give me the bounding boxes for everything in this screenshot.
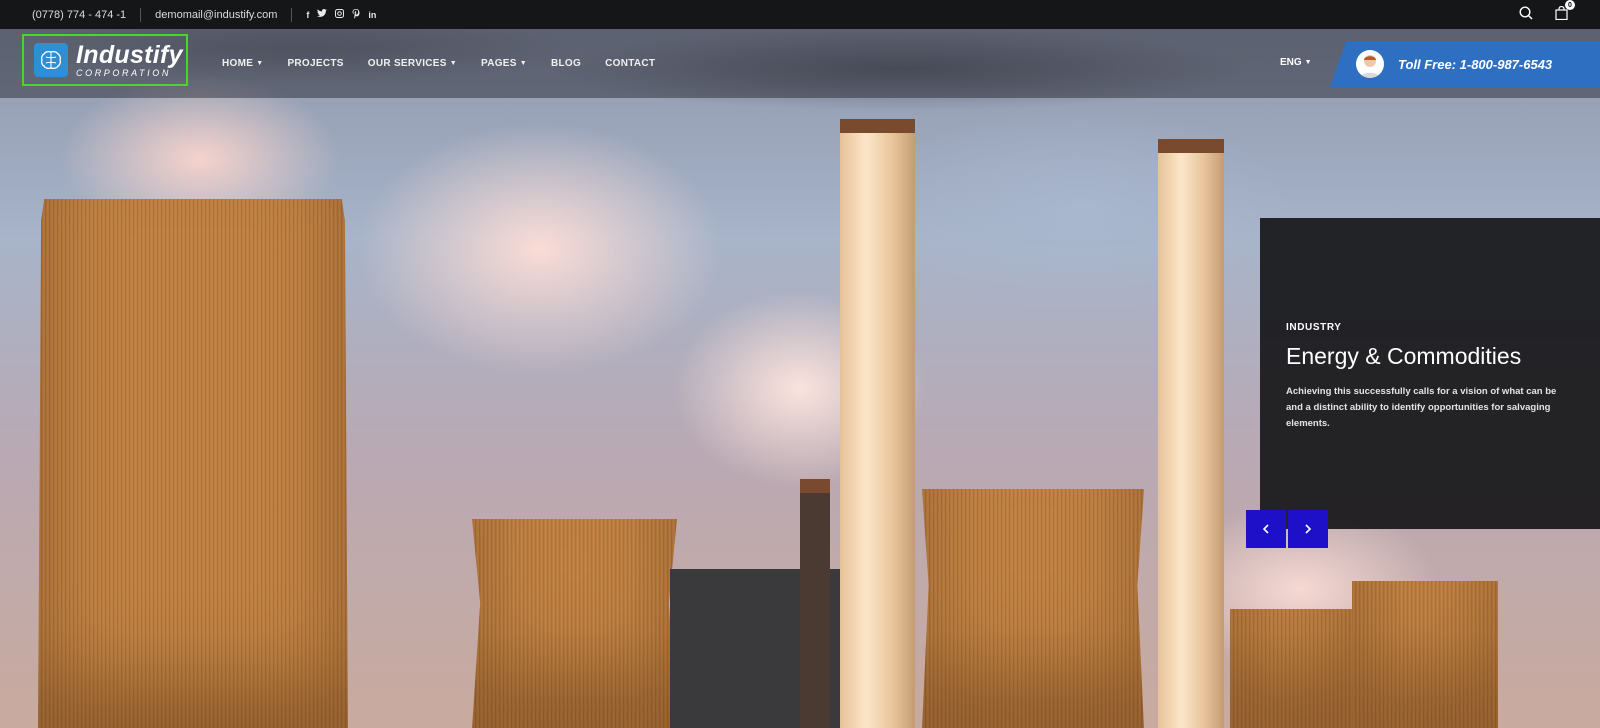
caret-down-icon: ▼ [1304, 59, 1312, 66]
nav-label: BLOG [551, 58, 582, 69]
slide-category: INDUSTRY [1286, 322, 1342, 333]
nav-item-pages[interactable]: PAGES ▼ [481, 58, 527, 69]
facebook-icon[interactable]: f [306, 10, 309, 20]
cooling-tower [1230, 609, 1355, 728]
nav-label: CONTACT [605, 58, 656, 69]
email-link[interactable]: demomail@industify.com [155, 9, 277, 21]
slider-arrows [1246, 510, 1328, 548]
cart-button[interactable]: 0 [1555, 0, 1575, 23]
nav-item-our-services[interactable]: OUR SERVICES ▼ [368, 58, 457, 69]
site-logo[interactable]: Industify CORPORATION [22, 34, 188, 86]
search-icon[interactable] [1519, 6, 1533, 23]
brain-logo-icon [34, 43, 68, 77]
nav-item-blog[interactable]: BLOG [551, 58, 581, 69]
instagram-icon[interactable] [335, 9, 345, 20]
chimney [1158, 139, 1224, 728]
logo-name: Industify [76, 40, 183, 69]
caret-down-icon: ▼ [519, 60, 527, 67]
chevron-right-icon [1305, 524, 1312, 534]
pinterest-icon[interactable] [352, 8, 360, 21]
phone-number[interactable]: (0778) 774 - 474 -1 [32, 9, 126, 21]
nav-item-contact[interactable]: CONTACT [605, 58, 655, 69]
slider-prev-button[interactable] [1246, 510, 1286, 548]
twitter-icon[interactable] [317, 9, 328, 20]
slider-next-button[interactable] [1288, 510, 1328, 548]
cart-count-badge: 0 [1565, 0, 1575, 10]
divider [140, 7, 142, 22]
support-agent-avatar [1356, 50, 1384, 78]
slide-caption-card: INDUSTRY Energy & Commodities Achieving … [1260, 218, 1600, 529]
cooling-tower [472, 519, 677, 728]
logo-wordmark: Industify CORPORATION [76, 40, 183, 78]
top-utility-bar: (0778) 774 - 474 -1 demomail@industify.c… [0, 0, 1600, 29]
slide-title: Energy & Commodities [1286, 343, 1522, 369]
toll-free-banner[interactable]: Toll Free: 1-800-987-6543 [1330, 41, 1600, 87]
social-links: f in [306, 8, 376, 21]
language-label: ENG [1280, 57, 1302, 68]
nav-item-home[interactable]: HOME ▼ [222, 58, 263, 69]
main-nav: HOME ▼ PROJECTS OUR SERVICES ▼ PAGES ▼ BLOG… [222, 29, 655, 98]
cooling-tower [1352, 581, 1498, 728]
language-selector[interactable]: ENG ▼ [1280, 57, 1312, 68]
nav-label: OUR SERVICES [367, 58, 447, 69]
nav-label: PROJECTS [287, 58, 344, 69]
chimney [840, 119, 915, 728]
cooling-tower [922, 489, 1144, 728]
logo-subtitle: CORPORATION [76, 67, 171, 78]
topbar-actions: 0 [1519, 0, 1575, 23]
linkedin-icon[interactable]: in [368, 10, 376, 20]
cooling-tower [38, 199, 348, 728]
caret-down-icon: ▼ [449, 60, 457, 67]
caret-down-icon: ▼ [256, 60, 264, 67]
main-header: Industify CORPORATION HOME ▼ PROJECTS OUR… [0, 29, 1600, 98]
divider [291, 7, 293, 22]
nav-label: PAGES [480, 58, 517, 69]
nav-label: HOME [222, 58, 254, 69]
chevron-left-icon [1262, 524, 1269, 534]
slide-description: Achieving this successfully calls for a … [1286, 386, 1557, 429]
chimney [800, 479, 830, 728]
nav-item-projects[interactable]: PROJECTS [287, 58, 343, 69]
toll-free-number: Toll Free: 1-800-987-6543 [1398, 56, 1553, 72]
